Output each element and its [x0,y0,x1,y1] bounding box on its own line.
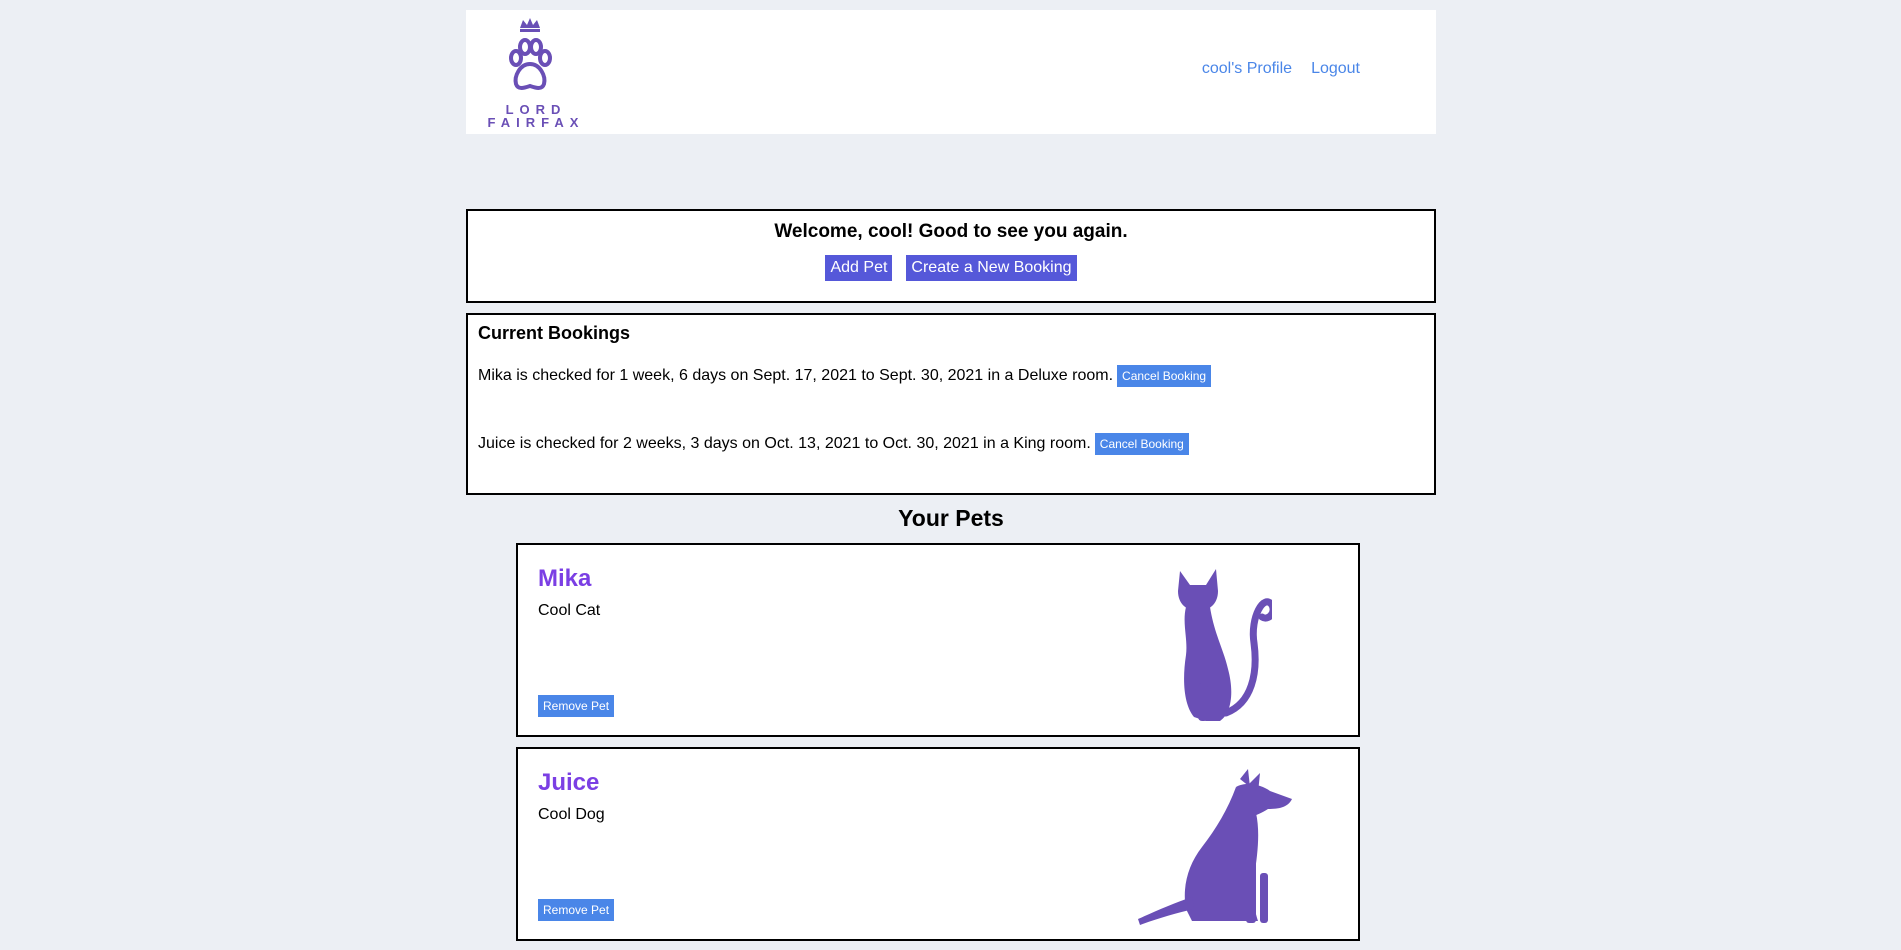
booking-text: Mika is checked for 1 week, 6 days on Se… [478,367,1114,384]
crowned-paw-icon [509,18,552,90]
bookings-heading: Current Bookings [478,323,631,343]
pet-description: Cool Cat [538,602,601,619]
remove-pet-button[interactable]: Remove Pet [538,695,615,717]
cancel-booking-button[interactable]: Cancel Booking [1117,365,1212,387]
booking-row: Mika is checked for 1 week, 6 days on Se… [478,365,1212,387]
booking-text: Juice is checked for 2 weeks, 3 days on … [478,435,1091,452]
cat-silhouette-icon [1178,569,1272,721]
site-header: LORD FAIRFAX cool's Profile Logout [466,10,1436,134]
current-bookings-panel: Current Bookings Mika is checked for 1 w… [466,313,1436,495]
cancel-booking-button[interactable]: Cancel Booking [1094,433,1189,455]
welcome-heading: Welcome, cool! Good to see you again. [774,221,1128,242]
profile-link[interactable]: cool's Profile [1202,60,1292,78]
pet-name: Juice [538,769,600,796]
pet-card: Juice Cool Dog Remove Pet [516,747,1360,941]
dog-silhouette-icon [1138,769,1292,925]
create-booking-button[interactable]: Create a New Booking [906,255,1077,281]
remove-pet-button[interactable]: Remove Pet [538,899,615,921]
add-pet-button[interactable]: Add Pet [825,255,893,281]
pet-description: Cool Dog [538,806,605,823]
top-nav: cool's Profile Logout [1202,60,1360,78]
welcome-actions: Add Pet Create a New Booking [468,255,1434,281]
welcome-panel: Welcome, cool! Good to see you again. Ad… [466,209,1436,303]
lord-fairfax-logo[interactable]: LORD FAIRFAX [480,18,580,130]
pet-card: Mika Cool Cat Remove Pet [516,543,1360,737]
pet-name: Mika [538,565,592,592]
logo-text-line2: FAIRFAX [487,115,585,130]
logout-link[interactable]: Logout [1311,60,1360,78]
booking-row: Juice is checked for 2 weeks, 3 days on … [478,433,1189,455]
pets-heading: Your Pets [898,505,1004,531]
